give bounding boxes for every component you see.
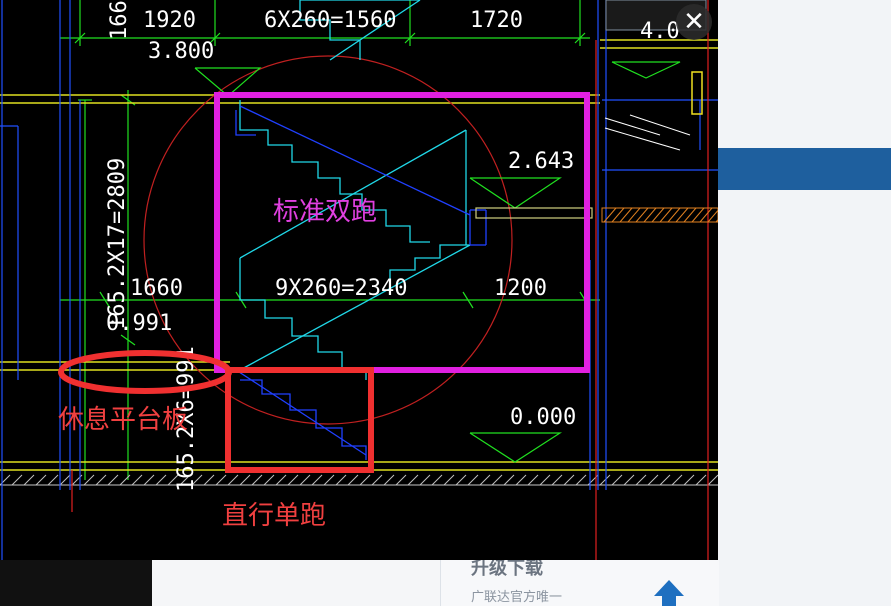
hatch-stroke [227,474,239,486]
hatch-stroke [203,474,215,486]
dim-1200: 1200 [494,276,547,301]
dim-1720: 1720 [470,8,523,33]
hatch-stroke [335,474,347,486]
hatch-stroke [47,474,59,486]
label-landing-slab: 休息平台板 [58,405,188,435]
hatch-stroke [515,474,527,486]
hatch-stroke [671,474,683,486]
hatch-stroke [575,474,587,486]
hatch-stroke [143,474,155,486]
hatch-stroke [695,474,707,486]
dim-vert-top: 166. [107,0,132,40]
dim-1660: 1660 [130,276,183,301]
hatch-stroke [35,474,47,486]
hatch-stroke [239,474,251,486]
hatch-stroke [131,474,143,486]
hatch-stroke [467,474,479,486]
hatch-stroke [383,474,395,486]
hatch-stroke [323,474,335,486]
hatch-stroke [359,474,371,486]
hatch-stroke [611,474,623,486]
elev-4000: 4.0 [640,19,680,44]
cad-image-viewer: 1920 6X260=1560 1720 3.800 2.643 1660 9X… [0,0,718,560]
elev-3800: 3.800 [148,39,214,64]
close-icon[interactable]: ✕ [676,4,712,40]
right-panel-bar [718,148,891,190]
hatch-stroke [407,474,419,486]
straight-single-box [225,367,374,473]
landing-hatch-stroke [707,209,718,223]
hatch-stroke [563,474,575,486]
hatch-stroke [431,474,443,486]
landing-beam [475,207,593,219]
download-card-subtitle: 广联达官方唯一 [471,590,563,605]
hatch-stroke [11,474,23,486]
hatch-stroke [503,474,515,486]
hatch-stroke [215,474,227,486]
hatch-stroke [347,474,359,486]
hatch-stroke [371,474,383,486]
right-panel [718,0,891,606]
diagonal-marks [604,114,691,151]
bottom-thumbnail [0,560,152,606]
hatch-stroke [95,474,107,486]
label-standard-double: 标准双跑 [273,197,377,227]
hatch-stroke [455,474,467,486]
hatch-stroke [707,474,718,486]
label-straight-single: 直行单跑 [222,501,326,531]
hatch-stroke [275,474,287,486]
hatch-stroke [155,474,167,486]
hatch-stroke [683,474,695,486]
hatch-stroke [23,474,35,486]
stair-drawing: 1920 6X260=1560 1720 3.800 2.643 1660 9X… [0,0,718,560]
hatch-stroke [527,474,539,486]
scroll-up-icon[interactable] [652,578,686,606]
landing-hatch [601,207,718,223]
dim-9x260: 9X260=2340 [275,276,407,301]
landing-slab-ellipse [58,350,232,394]
hatch-stroke [263,474,275,486]
hatch-stroke [59,474,71,486]
dim-1920: 1920 [143,8,196,33]
hatch-stroke [635,474,647,486]
hatch-stroke [539,474,551,486]
dimension-texts: 1920 6X260=1560 1720 3.800 2.643 1660 9X… [105,0,680,492]
hatch-stroke [395,474,407,486]
hatch-stroke [287,474,299,486]
hatch-stroke [479,474,491,486]
elev-0000: 0.000 [510,405,576,430]
hatch-stroke [251,474,263,486]
hatch-stroke [107,474,119,486]
hatch-stroke [491,474,503,486]
hatch-stroke [311,474,323,486]
elev-2643: 2.643 [508,149,574,174]
dim-vert-mid: 165.2X17=2809 [105,158,130,330]
hatch-stroke [599,474,611,486]
hatch-stroke [623,474,635,486]
stair-flights [239,0,471,380]
dim-6x260: 6X260=1560 [264,8,396,33]
hatch-stroke [659,474,671,486]
hatch-stroke [647,474,659,486]
hatch-stroke [419,474,431,486]
hatch-stroke [551,474,563,486]
hatch-stroke [443,474,455,486]
hatch-stroke [299,474,311,486]
standard-double-box [214,92,590,373]
